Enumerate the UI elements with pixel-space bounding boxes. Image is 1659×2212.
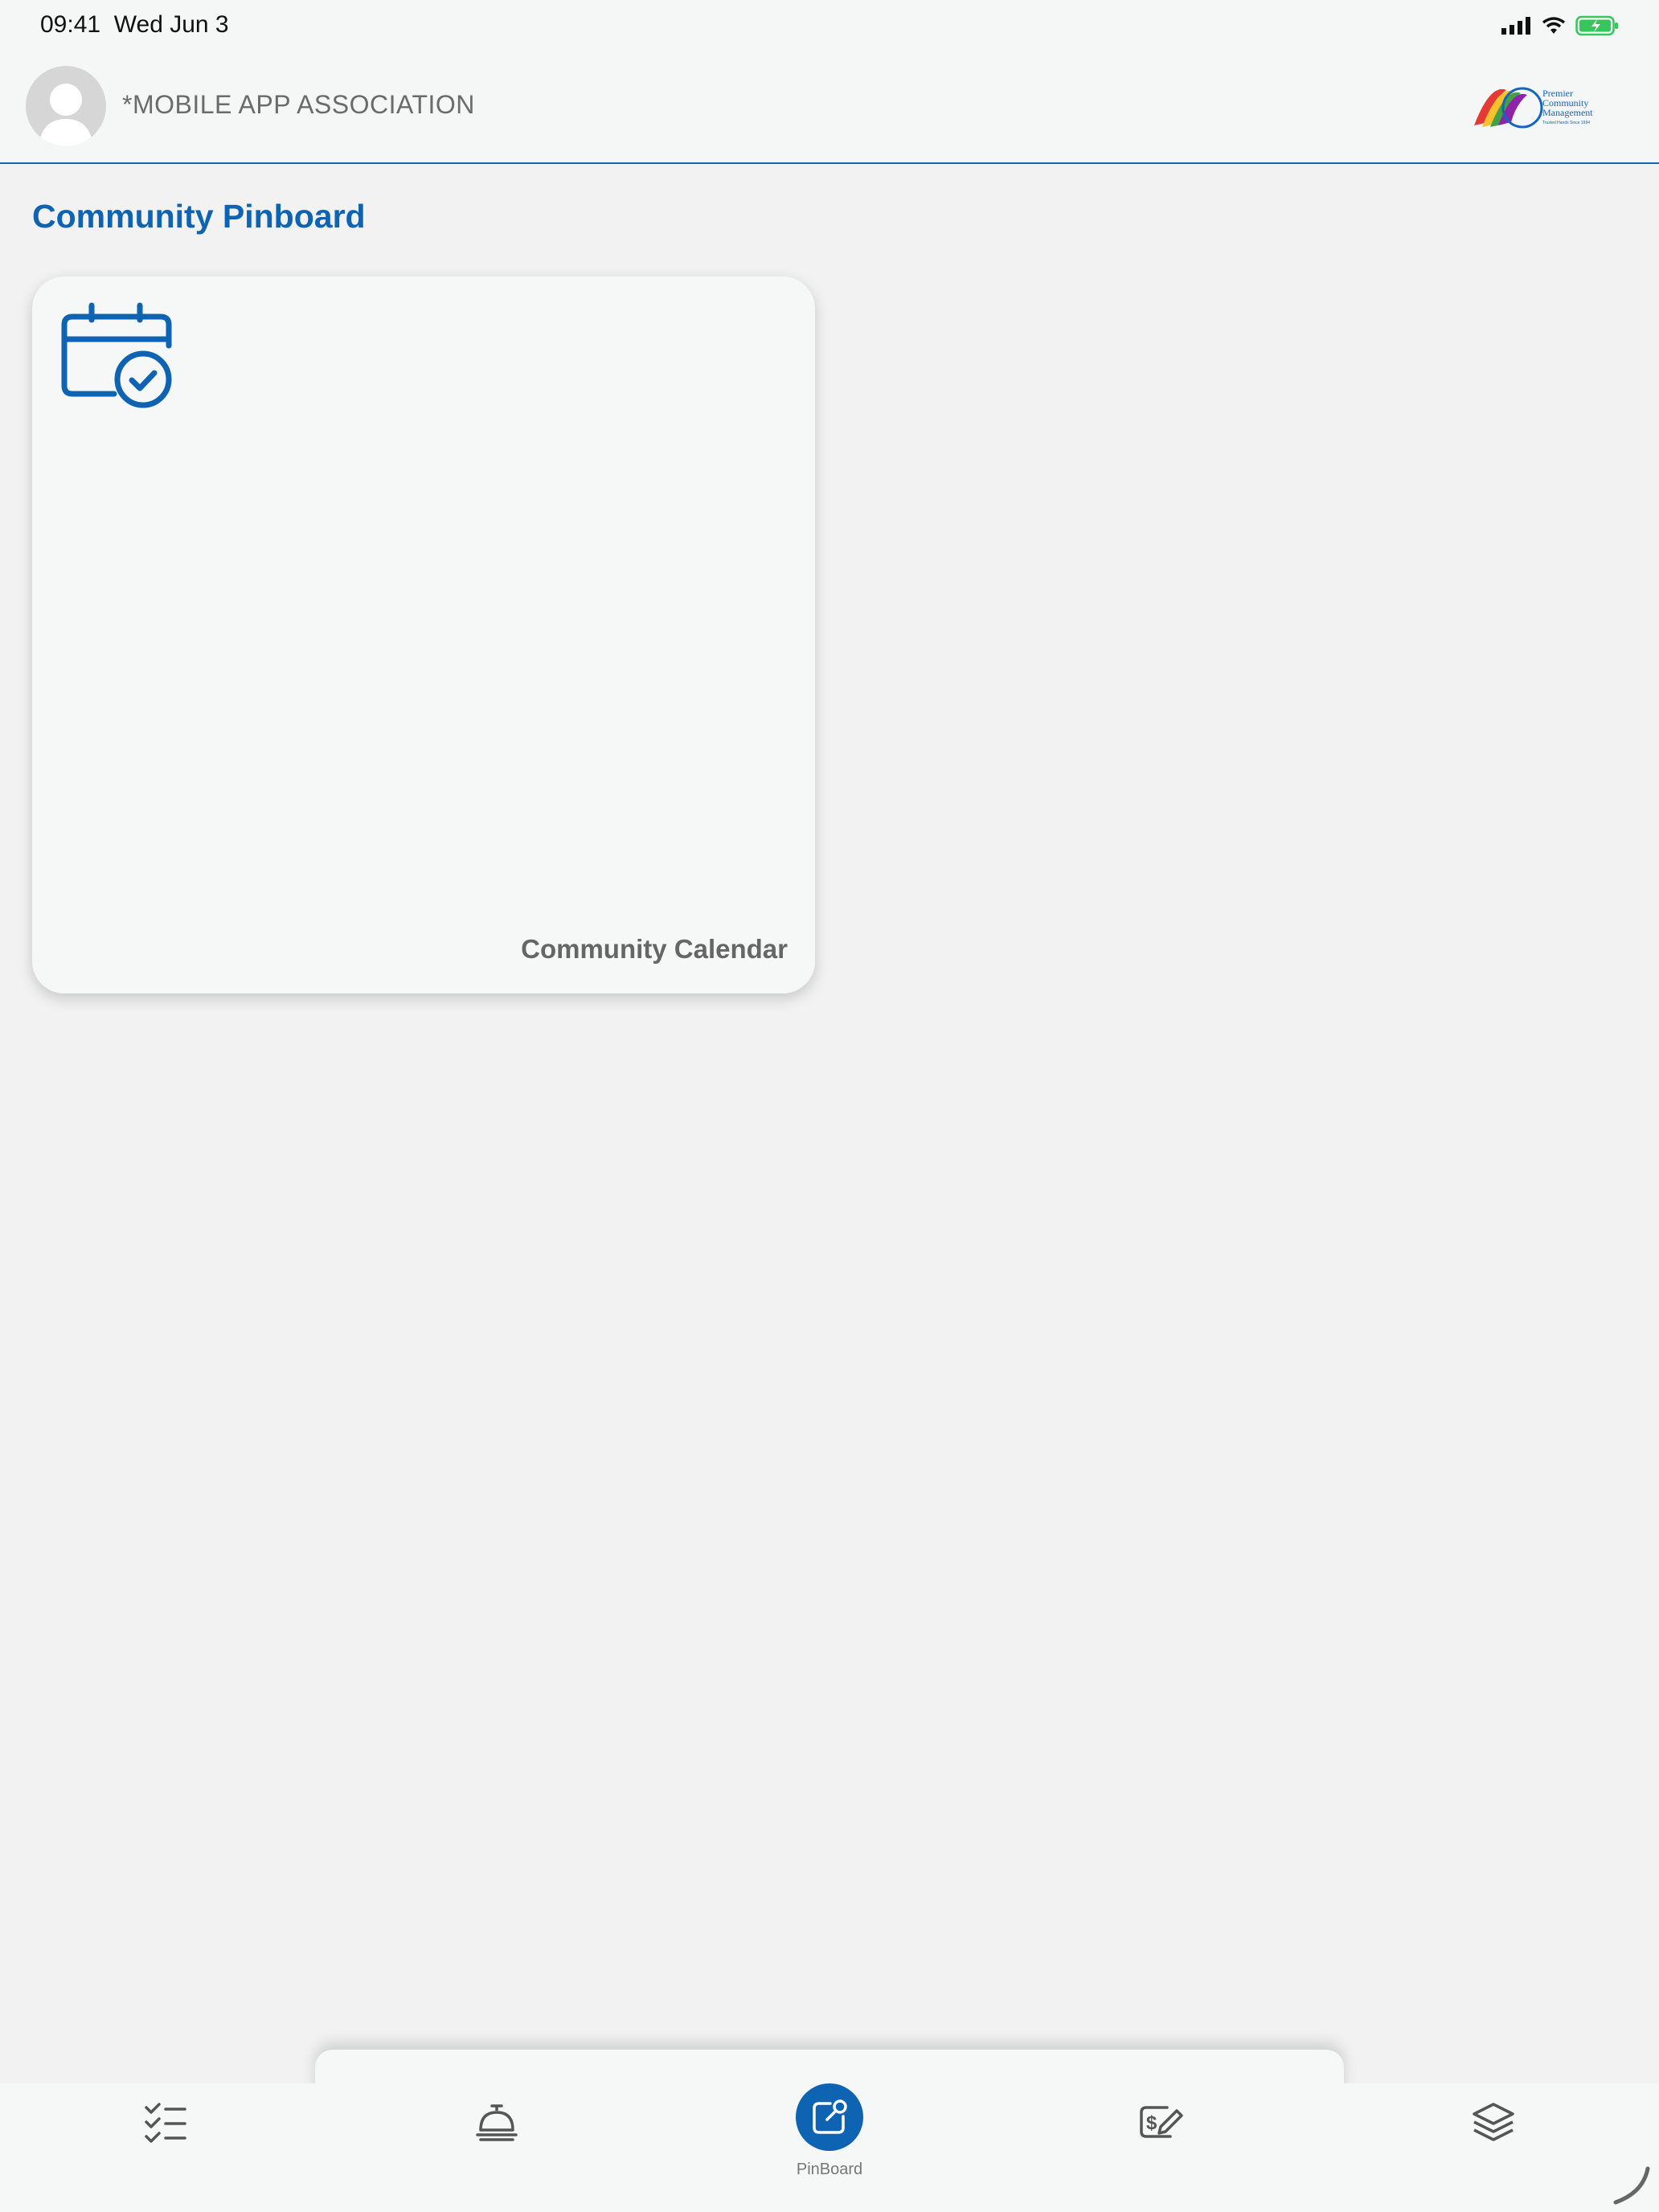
calendar-check-icon bbox=[61, 302, 172, 408]
pinboard-active-indicator bbox=[796, 2083, 863, 2151]
app-header: *MOBILE APP ASSOCIATION Premier Communit… bbox=[0, 51, 1659, 164]
status-time: 09:41 Wed Jun 3 bbox=[40, 11, 229, 38]
bottom-tab-bar: PinBoard $ bbox=[0, 2083, 1659, 2212]
signal-icon bbox=[1501, 17, 1530, 35]
status-icons bbox=[1501, 14, 1619, 37]
checklist-icon bbox=[145, 2103, 186, 2143]
user-avatar-icon bbox=[39, 84, 93, 146]
tab-label-pinboard: PinBoard bbox=[796, 2161, 863, 2178]
community-calendar-card[interactable]: Community Calendar bbox=[32, 276, 815, 993]
battery-icon bbox=[1575, 15, 1618, 36]
logo-text-management: Management bbox=[1542, 107, 1593, 118]
page-title: Community Pinboard bbox=[32, 198, 366, 235]
service-bell-icon bbox=[476, 2104, 518, 2141]
tab-payments[interactable]: $ bbox=[1096, 2083, 1225, 2180]
tab-services[interactable] bbox=[432, 2083, 561, 2180]
tab-pinboard[interactable]: PinBoard bbox=[765, 2083, 894, 2180]
association-name[interactable]: *MOBILE APP ASSOCIATION bbox=[122, 90, 475, 120]
tab-layers[interactable] bbox=[1429, 2083, 1558, 2180]
avatar[interactable] bbox=[26, 66, 106, 146]
premier-community-management-logo: Premier Community Management Trusted Han… bbox=[1474, 87, 1593, 129]
svg-text:$: $ bbox=[1146, 2112, 1157, 2134]
payment-icon: $ bbox=[1140, 2106, 1183, 2138]
pinboard-icon bbox=[813, 2099, 847, 2134]
wifi-icon bbox=[1542, 17, 1566, 34]
home-indicator-corner bbox=[1613, 2166, 1650, 2205]
card-label: Community Calendar bbox=[521, 934, 788, 964]
status-bar: 09:41 Wed Jun 3 bbox=[0, 0, 1659, 51]
layers-icon bbox=[1473, 2103, 1514, 2141]
tab-tasks[interactable] bbox=[101, 2083, 230, 2180]
logo-text-tagline: Trusted Hands Since 1994 bbox=[1542, 121, 1590, 125]
